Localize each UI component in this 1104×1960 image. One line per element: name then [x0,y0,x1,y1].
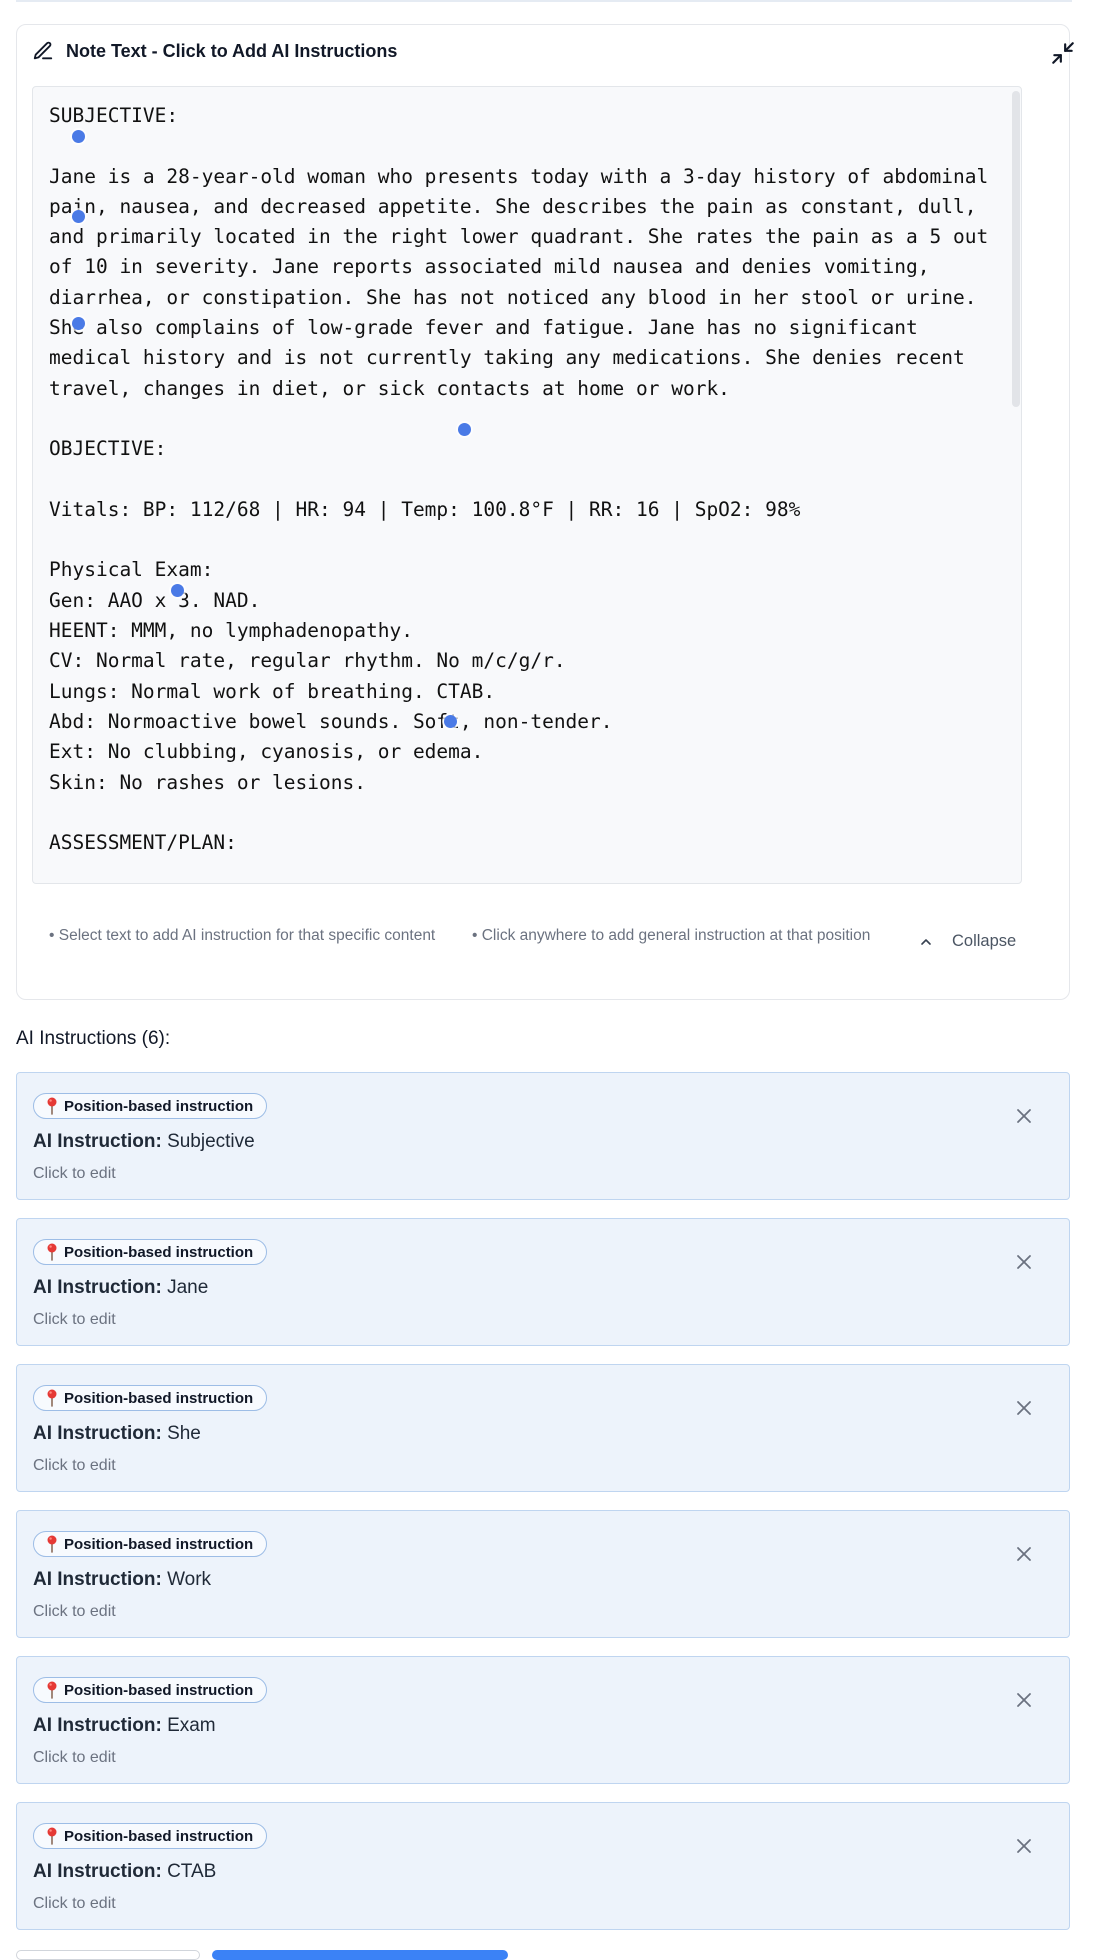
instruction-marker[interactable] [72,210,85,223]
close-icon[interactable] [1015,1107,1033,1125]
instruction-marker[interactable] [458,423,471,436]
collapse-button[interactable]: Collapse [918,932,1016,951]
close-icon[interactable] [1015,1691,1033,1709]
instruction-prefix: AI Instruction: [33,1131,162,1152]
edit-hint: Click to edit [33,1311,116,1328]
close-icon[interactable] [1015,1253,1033,1271]
instruction-text: AI Instruction: Exam [33,1715,216,1737]
hint-click-position: • Click anywhere to add general instruct… [472,927,871,944]
edit-hint: Click to edit [33,1749,116,1766]
instructions-heading: AI Instructions (6): [16,1028,171,1049]
instruction-text: AI Instruction: Jane [33,1277,208,1299]
secondary-action-button[interactable] [16,1950,200,1960]
pushpin-icon [47,1535,57,1553]
pencil-icon [33,41,53,60]
instruction-text: AI Instruction: Subjective [33,1131,255,1153]
instruction-marker[interactable] [444,715,457,728]
instruction-text: AI Instruction: CTAB [33,1861,216,1883]
badge-label: Position-based instruction [64,1389,254,1407]
instruction-target: Exam [167,1715,216,1736]
instruction-card[interactable]: Position-based instruction AI Instructio… [16,1802,1070,1930]
close-icon[interactable] [1015,1545,1033,1563]
primary-action-button[interactable] [212,1950,508,1960]
instruction-marker[interactable] [171,584,184,597]
collapse-label: Collapse [952,932,1017,950]
position-badge: Position-based instruction [33,1531,268,1557]
pushpin-icon [47,1389,57,1407]
note-header: Note Text - Click to Add AI Instructions [32,40,397,62]
top-divider [16,0,1072,2]
edit-hint: Click to edit [33,1165,116,1182]
instruction-card[interactable]: Position-based instruction AI Instructio… [16,1218,1070,1346]
badge-label: Position-based instruction [64,1535,254,1553]
note-text[interactable]: SUBJECTIVE: Jane is a 28-year-old woman … [49,101,999,858]
instruction-card[interactable]: Position-based instruction AI Instructio… [16,1656,1070,1784]
instruction-marker[interactable] [72,130,85,143]
instruction-target: CTAB [167,1861,217,1882]
edit-hint: Click to edit [33,1457,116,1474]
instruction-prefix: AI Instruction: [33,1569,162,1590]
position-badge: Position-based instruction [33,1823,268,1849]
pushpin-icon [47,1243,57,1261]
edit-hint: Click to edit [33,1895,116,1912]
close-icon[interactable] [1015,1399,1033,1417]
instruction-prefix: AI Instruction: [33,1277,162,1298]
pushpin-icon [47,1827,57,1845]
badge-label: Position-based instruction [64,1243,254,1261]
instruction-card[interactable]: Position-based instruction AI Instructio… [16,1364,1070,1492]
chevron-up-icon [921,938,931,945]
instruction-prefix: AI Instruction: [33,1861,162,1882]
instruction-text: AI Instruction: She [33,1423,201,1445]
instruction-target: Subjective [167,1131,255,1152]
instruction-target: She [167,1423,201,1444]
position-badge: Position-based instruction [33,1093,268,1119]
instruction-marker[interactable] [72,317,85,330]
close-icon[interactable] [1015,1837,1033,1855]
note-text-editor[interactable]: SUBJECTIVE: Jane is a 28-year-old woman … [32,86,1022,884]
badge-label: Position-based instruction [64,1681,254,1699]
note-title: Note Text - Click to Add AI Instructions [66,40,398,61]
badge-label: Position-based instruction [64,1827,254,1845]
pushpin-icon [47,1681,57,1699]
pushpin-icon [47,1097,57,1115]
position-badge: Position-based instruction [33,1677,268,1703]
instruction-text: AI Instruction: Work [33,1569,211,1591]
instruction-target: Work [167,1569,212,1590]
hint-select-text: • Select text to add AI instruction for … [49,927,436,944]
instruction-target: Jane [167,1277,209,1298]
badge-label: Position-based instruction [64,1097,254,1115]
position-badge: Position-based instruction [33,1385,268,1411]
minimize-icon[interactable] [1050,40,1076,66]
edit-hint: Click to edit [33,1603,116,1620]
instruction-card[interactable]: Position-based instruction AI Instructio… [16,1072,1070,1200]
instruction-prefix: AI Instruction: [33,1715,162,1736]
instruction-card[interactable]: Position-based instruction AI Instructio… [16,1510,1070,1638]
position-badge: Position-based instruction [33,1239,268,1265]
scrollbar-thumb[interactable] [1012,91,1020,407]
instruction-prefix: AI Instruction: [33,1423,162,1444]
